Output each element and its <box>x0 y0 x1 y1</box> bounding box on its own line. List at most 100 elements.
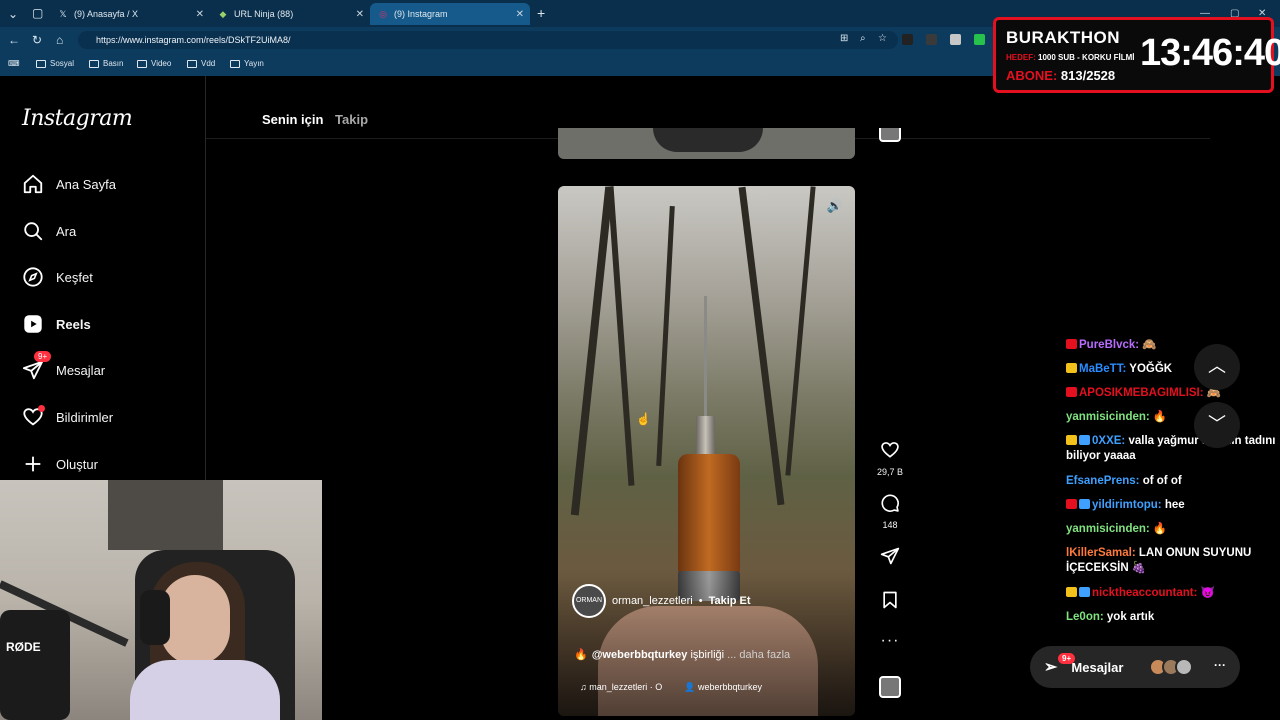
creator-username[interactable]: orman_lezzetleri <box>612 595 693 607</box>
avatar <box>1175 658 1193 676</box>
bookmark-yayin[interactable]: Yayın <box>230 59 264 68</box>
app-available-icon[interactable]: ⊞ <box>840 33 848 44</box>
extension-icon[interactable] <box>974 34 985 45</box>
heart-icon <box>881 442 899 458</box>
overlay-subs: ABONE: 813/2528 <box>1006 68 1115 83</box>
user-icon: 👤 <box>684 682 699 692</box>
workspaces-icon[interactable]: ▢ <box>32 6 43 20</box>
more-options-icon[interactable]: ··· <box>876 632 904 650</box>
chat-message: lKillerSamal: LAN ONUN SUYUNU İÇECEKSİN … <box>1066 546 1278 576</box>
close-icon[interactable]: ✕ <box>516 9 524 20</box>
like-count: 29,7 B <box>876 467 904 477</box>
comment-icon <box>881 494 899 512</box>
bookmark-vdd[interactable]: Vdd <box>187 59 215 68</box>
back-icon[interactable]: ← <box>8 33 20 47</box>
tab-following[interactable]: Takip <box>335 112 368 127</box>
bookmark-video[interactable]: Video <box>137 59 171 68</box>
close-icon[interactable]: ✕ <box>196 9 204 20</box>
caption-mention[interactable]: @weberbbqturkey <box>592 649 688 661</box>
close-icon[interactable]: ✕ <box>356 9 364 20</box>
reel-video[interactable]: 🔊 ORMAN orman_lezzetleri • Takip Et 🔥 @we… <box>558 186 855 716</box>
chat-user: Le0on: <box>1066 611 1104 623</box>
tab-x[interactable]: 𝕏 (9) Anasayfa / X ✕ <box>50 3 210 25</box>
extension-icon[interactable] <box>950 34 961 45</box>
tab-instagram[interactable]: ◎ (9) Instagram ✕ <box>370 3 530 25</box>
audio-link[interactable]: ♫ man_lezzetleri · O <box>580 682 662 693</box>
sidebar-item-explore[interactable]: Keşfet <box>22 265 93 289</box>
volume-icon[interactable]: 🔊 <box>827 198 843 214</box>
chat-message: Le0on: yok artık <box>1066 610 1278 625</box>
tab-menu-chevron-icon[interactable]: ⌄ <box>8 7 18 21</box>
chat-user: 0XXE: <box>1092 435 1126 447</box>
tab-label: (9) Instagram <box>394 9 448 19</box>
home-icon[interactable]: ⌂ <box>56 33 63 47</box>
chat-text: 😈 <box>1200 587 1215 599</box>
chat-text: 🔥 <box>1152 523 1168 535</box>
messages-pill-label: Mesajlar <box>1071 659 1124 675</box>
separator-dot: • <box>698 595 703 607</box>
next-reel-button[interactable]: ﹀ <box>1194 402 1240 448</box>
messages-pill[interactable]: ➢ 9+ Mesajlar ··· <box>1030 646 1240 688</box>
sidebar-item-label: Mesajlar <box>56 362 106 378</box>
share-button[interactable] <box>876 546 904 571</box>
sidebar-item-messages[interactable]: 9+ Mesajlar <box>22 351 106 382</box>
chat-user: PureBlvck: <box>1079 339 1140 351</box>
creator-avatar[interactable]: ORMAN <box>572 584 606 618</box>
new-tab-plus-icon[interactable]: + <box>537 5 545 21</box>
sidebar-item-create[interactable]: Oluştur <box>22 452 98 476</box>
collab-link[interactable]: 👤 weberbbqturkey <box>684 682 762 693</box>
recent-avatars <box>1149 658 1193 676</box>
extension-icon[interactable] <box>926 34 937 45</box>
reel-thumbnail-shape <box>653 128 763 152</box>
caption-more-link[interactable]: ... daha fazla <box>727 649 790 661</box>
tab-for-you[interactable]: Senin için <box>262 112 323 127</box>
chat-user: lKillerSamal: <box>1066 547 1136 559</box>
reels-icon <box>24 315 42 333</box>
instagram-logo[interactable]: Instagram <box>22 106 133 131</box>
previous-reel[interactable] <box>558 128 855 159</box>
comment-button[interactable]: 148 <box>876 493 904 530</box>
previous-audio-thumbnail[interactable] <box>879 128 901 142</box>
sidebar-item-search[interactable]: Ara <box>22 219 76 243</box>
send-icon: ➢ <box>1044 659 1058 676</box>
subs-value: 813/2528 <box>1060 68 1116 83</box>
overlay-timer: 13:46:40 <box>1140 32 1280 74</box>
sidebar-item-notifications[interactable]: Bildirimler <box>22 405 113 429</box>
send-icon <box>880 547 900 565</box>
chat-message: EfsanePrens: of of of <box>1066 474 1278 489</box>
chat-text: 🙈 <box>1142 339 1157 351</box>
favorite-star-icon[interactable]: ☆ <box>878 33 887 44</box>
chat-message: yildirimtopu: hee <box>1066 498 1278 513</box>
home-icon <box>23 174 43 194</box>
follow-button[interactable]: Takip Et <box>709 595 751 607</box>
sidebar-item-reels[interactable]: Reels <box>22 312 91 336</box>
goal-value: 1000 SUB - KORKU FİLMİ <box>1038 53 1135 62</box>
compass-icon <box>23 267 43 287</box>
sidebar-item-home[interactable]: Ana Sayfa <box>22 172 116 196</box>
x-logo-icon: 𝕏 <box>59 9 67 19</box>
bookmark-basin[interactable]: Basın <box>89 59 123 68</box>
previous-reel-button[interactable]: ︿ <box>1194 344 1240 390</box>
zoom-icon[interactable]: ⌕ <box>860 33 866 44</box>
extension-icon[interactable] <box>902 34 913 45</box>
messages-badge: 9+ <box>34 351 52 362</box>
plus-icon <box>25 456 41 472</box>
overlay-title: BURAKTHON <box>1006 28 1121 47</box>
reel-creator: ORMAN orman_lezzetleri • Takip Et <box>572 584 751 618</box>
url-field[interactable]: https://www.instagram.com/reels/DSkTF2Ui… <box>78 31 898 49</box>
reload-icon[interactable]: ↻ <box>32 33 42 47</box>
tab-label: (9) Anasayfa / X <box>74 9 139 19</box>
more-options-icon[interactable]: ··· <box>1214 658 1226 672</box>
caption-text: işbirliği <box>690 649 725 661</box>
sidebar-item-label: Oluştur <box>56 456 98 472</box>
bookmark-label: Video <box>151 59 172 68</box>
folder-icon <box>230 59 240 68</box>
chevron-up-icon: ︿ <box>1208 356 1226 376</box>
like-button[interactable]: 29,7 B <box>876 440 904 477</box>
reading-list-icon[interactable]: ⌨ <box>8 59 20 68</box>
audio-thumbnail[interactable] <box>879 676 901 698</box>
chat-message: APOSIKMEBAGIMLISI: 🙈 <box>1066 386 1278 401</box>
bookmark-sosyal[interactable]: Sosyal <box>36 59 74 68</box>
save-button[interactable] <box>876 590 904 615</box>
tab-url-ninja[interactable]: ◆ URL Ninja (88) ✕ <box>210 3 370 25</box>
